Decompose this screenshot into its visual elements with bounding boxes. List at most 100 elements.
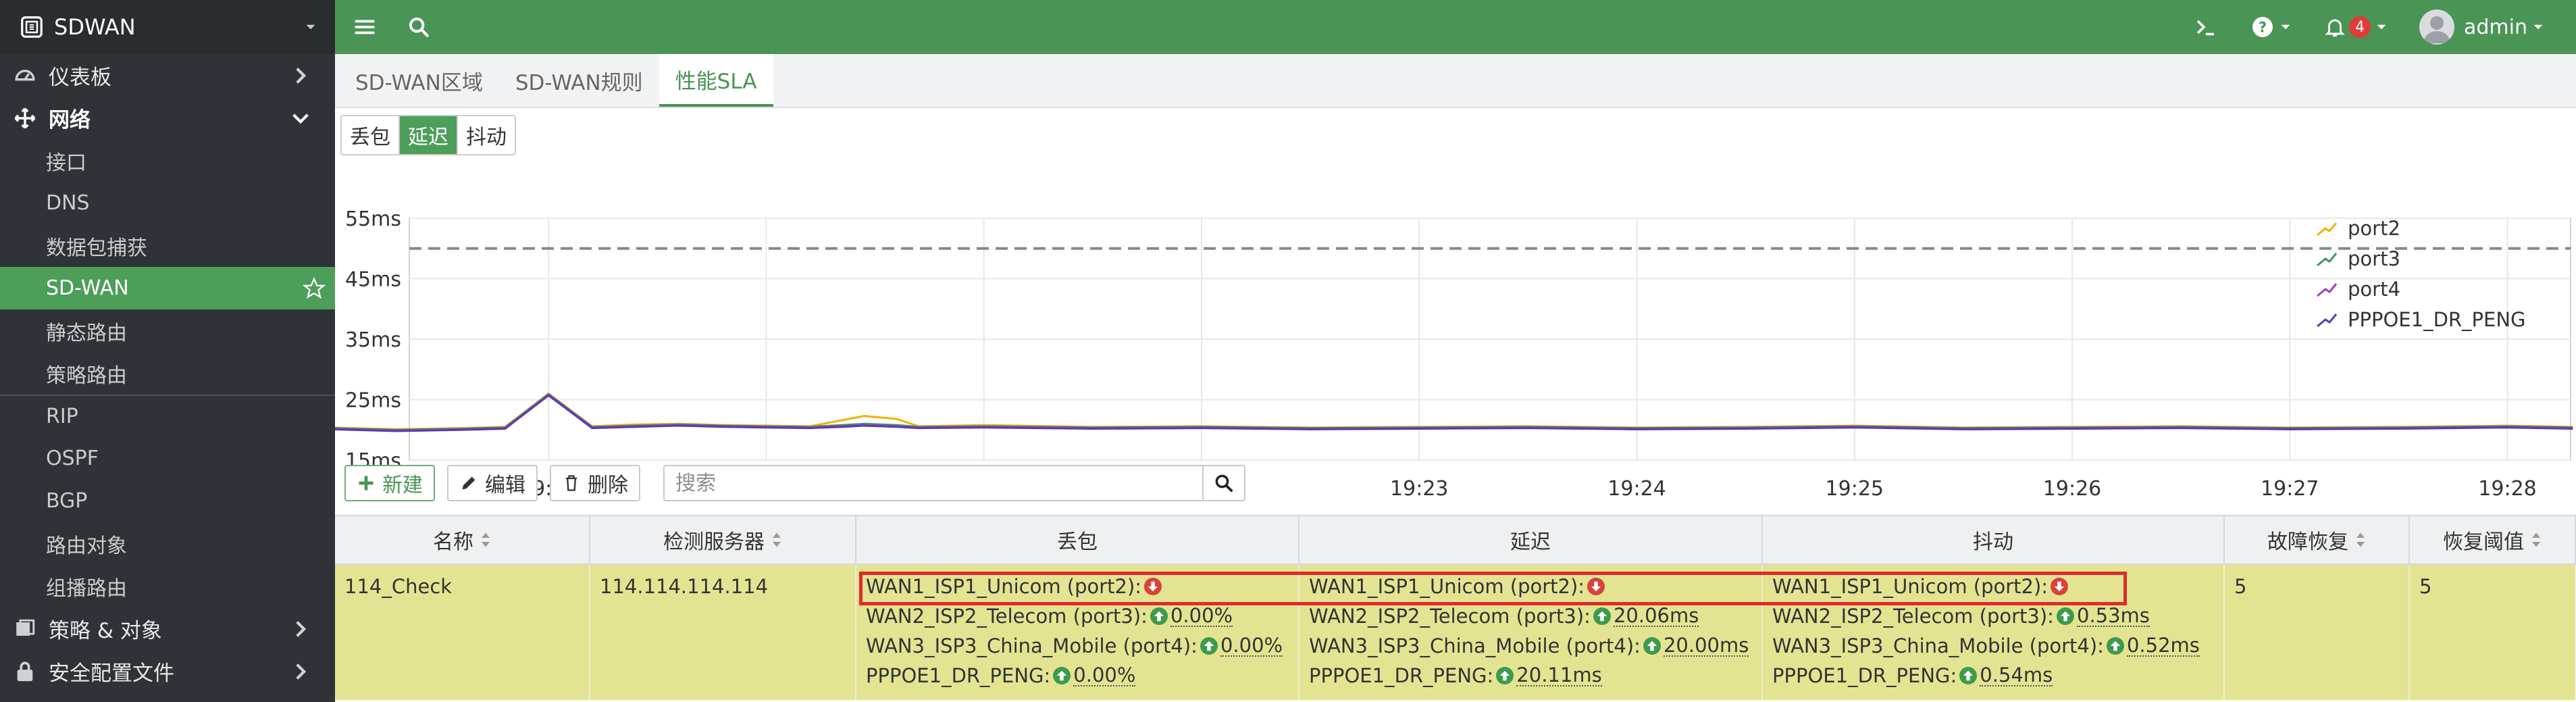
- sidebar-item-item-13[interactable]: 策略 & 对象: [0, 607, 335, 650]
- sidebar-nav: 仪表板 网络 接口 DNS 数据包捕获 SD-WAN 静态路由策略路由 RIP OSPF BGP 路…: [0, 54, 335, 693]
- x-tick-label: 19:26: [2043, 477, 2101, 501]
- member-value[interactable]: 20.00ms: [1663, 635, 1749, 657]
- member-value[interactable]: 0.00%: [1170, 605, 1233, 627]
- sidebar-item-label: SD-WAN: [46, 276, 129, 300]
- member-value[interactable]: 0.54ms: [1980, 665, 2053, 686]
- sort-icon: [2532, 532, 2540, 547]
- chevron-down-icon: [2281, 24, 2290, 30]
- metric-jitter[interactable]: 抖动: [458, 116, 515, 154]
- delete-button[interactable]: 删除: [550, 465, 640, 501]
- sidebar-item-sd-wan[interactable]: SD-WAN: [0, 267, 335, 309]
- sidebar-item-item-4[interactable]: 数据包捕获: [0, 224, 335, 267]
- member-status-line: PPPOE1_DR_PENG: 0.54ms: [1772, 661, 2214, 691]
- sidebar-item-ospf[interactable]: OSPF: [0, 437, 335, 480]
- col-packet-loss-header[interactable]: 丢包: [856, 516, 1299, 563]
- sidebar-item-bgp[interactable]: BGP: [0, 480, 335, 522]
- y-tick-label: 45ms: [345, 268, 401, 292]
- member-status-line: WAN2_ISP2_Telecom (port3): 20.06ms: [1309, 601, 1752, 631]
- top-bar: ? 4 admin: [335, 0, 2576, 54]
- sdwan-tabs: SD-WAN区域 SD-WAN规则 性能SLA: [335, 54, 2576, 108]
- member-status-line: WAN2_ISP2_Telecom (port3): 0.00%: [866, 601, 1289, 631]
- star-icon[interactable]: [303, 276, 326, 300]
- search-button[interactable]: [1204, 465, 1245, 501]
- status-up-icon: [1053, 667, 1071, 684]
- sidebar-item-item-1[interactable]: 网络: [0, 97, 335, 139]
- avatar: [2419, 9, 2454, 45]
- member-status-line: WAN3_ISP3_China_Mobile (port4): 20.00ms: [1309, 631, 1752, 661]
- x-tick-label: 19:25: [1826, 477, 1884, 501]
- status-up-icon: [1496, 667, 1514, 684]
- member-status-line: PPPOE1_DR_PENG: 0.00%: [866, 661, 1289, 691]
- member-value[interactable]: 0.52ms: [2126, 635, 2200, 657]
- new-button[interactable]: 新建: [344, 465, 435, 501]
- member-value[interactable]: 20.06ms: [1613, 605, 1699, 627]
- header-label: 名称: [433, 530, 473, 554]
- sidebar-item-item-11[interactable]: 路由对象: [0, 522, 335, 565]
- sidebar-item-dns[interactable]: DNS: [0, 182, 335, 224]
- sidebar-item-item-2[interactable]: 接口: [0, 139, 335, 182]
- member-status-line: WAN3_ISP3_China_Mobile (port4): 0.00%: [866, 631, 1289, 661]
- plus-icon: [359, 476, 373, 491]
- header-label: 恢复阈值: [2443, 530, 2524, 554]
- member-value[interactable]: 0.53ms: [2076, 605, 2150, 627]
- header-label: 检测服务器: [663, 530, 765, 554]
- search-icon[interactable]: [405, 14, 432, 41]
- sidebar-item-item-6[interactable]: 静态路由: [0, 309, 335, 352]
- edit-button[interactable]: 编辑: [447, 465, 538, 501]
- pencil-icon: [462, 476, 475, 490]
- sidebar-brand[interactable]: SDWAN: [0, 0, 335, 54]
- latency-chart: 55ms45ms35ms25ms15ms19:1919:2019:2119:22…: [335, 207, 2573, 501]
- menu-icon[interactable]: [351, 14, 378, 41]
- tab-sdwan-rules[interactable]: SD-WAN规则: [499, 54, 659, 107]
- cli-console-icon[interactable]: [2194, 15, 2218, 39]
- x-tick-label: 19:24: [1607, 477, 1666, 501]
- x-tick-label: 19:28: [2478, 477, 2536, 501]
- sidebar-item-label: DNS: [46, 191, 90, 215]
- sidebar-item-item-7[interactable]: 策略路由: [0, 352, 335, 395]
- sidebar-item-label: 策略路由: [46, 363, 127, 388]
- cell-failover-value: 5: [2234, 575, 2247, 598]
- member-label: PPPOE1_DR_PENG:: [1772, 664, 1957, 687]
- cell-name: 114_Check: [335, 565, 590, 700]
- notifications-menu[interactable]: 4: [2323, 16, 2387, 39]
- sidebar-item-rip[interactable]: RIP: [0, 395, 335, 437]
- bell-icon: [2325, 19, 2345, 37]
- col-recovery-threshold-header[interactable]: 恢复阈值: [2410, 516, 2576, 563]
- sidebar-item-item-14[interactable]: 安全配置文件: [0, 650, 335, 693]
- sidebar-item-label: 静态路由: [46, 321, 127, 345]
- tab-performance-sla[interactable]: 性能SLA: [659, 54, 773, 107]
- col-jitter-header[interactable]: 抖动: [1763, 516, 2225, 563]
- tab-sdwan-zones[interactable]: SD-WAN区域: [339, 54, 499, 107]
- help-menu[interactable]: ?: [2250, 15, 2291, 39]
- sort-icon: [482, 532, 490, 547]
- sidebar-item-item-0[interactable]: 仪表板: [0, 54, 335, 97]
- device-icon: [21, 16, 43, 38]
- metric-latency[interactable]: 延迟: [400, 116, 458, 154]
- sidebar-item-item-12[interactable]: 组播路由: [0, 565, 335, 607]
- help-icon: ?: [2252, 17, 2273, 37]
- user-menu[interactable]: admin: [2419, 9, 2544, 45]
- status-up-icon: [2106, 637, 2124, 655]
- y-tick-label: 55ms: [345, 207, 401, 231]
- col-latency-header[interactable]: 延迟: [1299, 516, 1763, 563]
- metric-selector: 丢包 延迟 抖动: [340, 115, 516, 155]
- col-failover-header[interactable]: 故障恢复: [2225, 516, 2410, 563]
- col-probe-server-header[interactable]: 检测服务器: [590, 516, 856, 563]
- legend-label: port2: [2348, 217, 2400, 240]
- edit-button-label: 编辑: [485, 474, 525, 497]
- sidebar-item-label: OSPF: [46, 447, 99, 470]
- username: admin: [2464, 15, 2527, 39]
- member-value[interactable]: 20.11ms: [1516, 665, 1602, 686]
- header-label: 抖动: [1973, 530, 2013, 554]
- network-icon: [14, 107, 36, 130]
- member-value[interactable]: 0.00%: [1220, 635, 1283, 657]
- member-value[interactable]: 0.00%: [1073, 665, 1136, 686]
- header-label: 丢包: [1057, 530, 1098, 554]
- metric-packet-loss[interactable]: 丢包: [342, 116, 400, 154]
- member-label: WAN3_ISP3_China_Mobile (port4):: [1772, 634, 2104, 657]
- search-input[interactable]: [663, 465, 1204, 501]
- col-name-header[interactable]: 名称: [335, 516, 590, 563]
- sla-table: 名称 检测服务器 丢包 延迟 抖动 故障恢复 恢复阈值 114_Check 114.114.1…: [335, 515, 2576, 700]
- member-status-line: WAN3_ISP3_China_Mobile (port4): 0.52ms: [1772, 631, 2214, 661]
- legend-label: port4: [2348, 278, 2400, 301]
